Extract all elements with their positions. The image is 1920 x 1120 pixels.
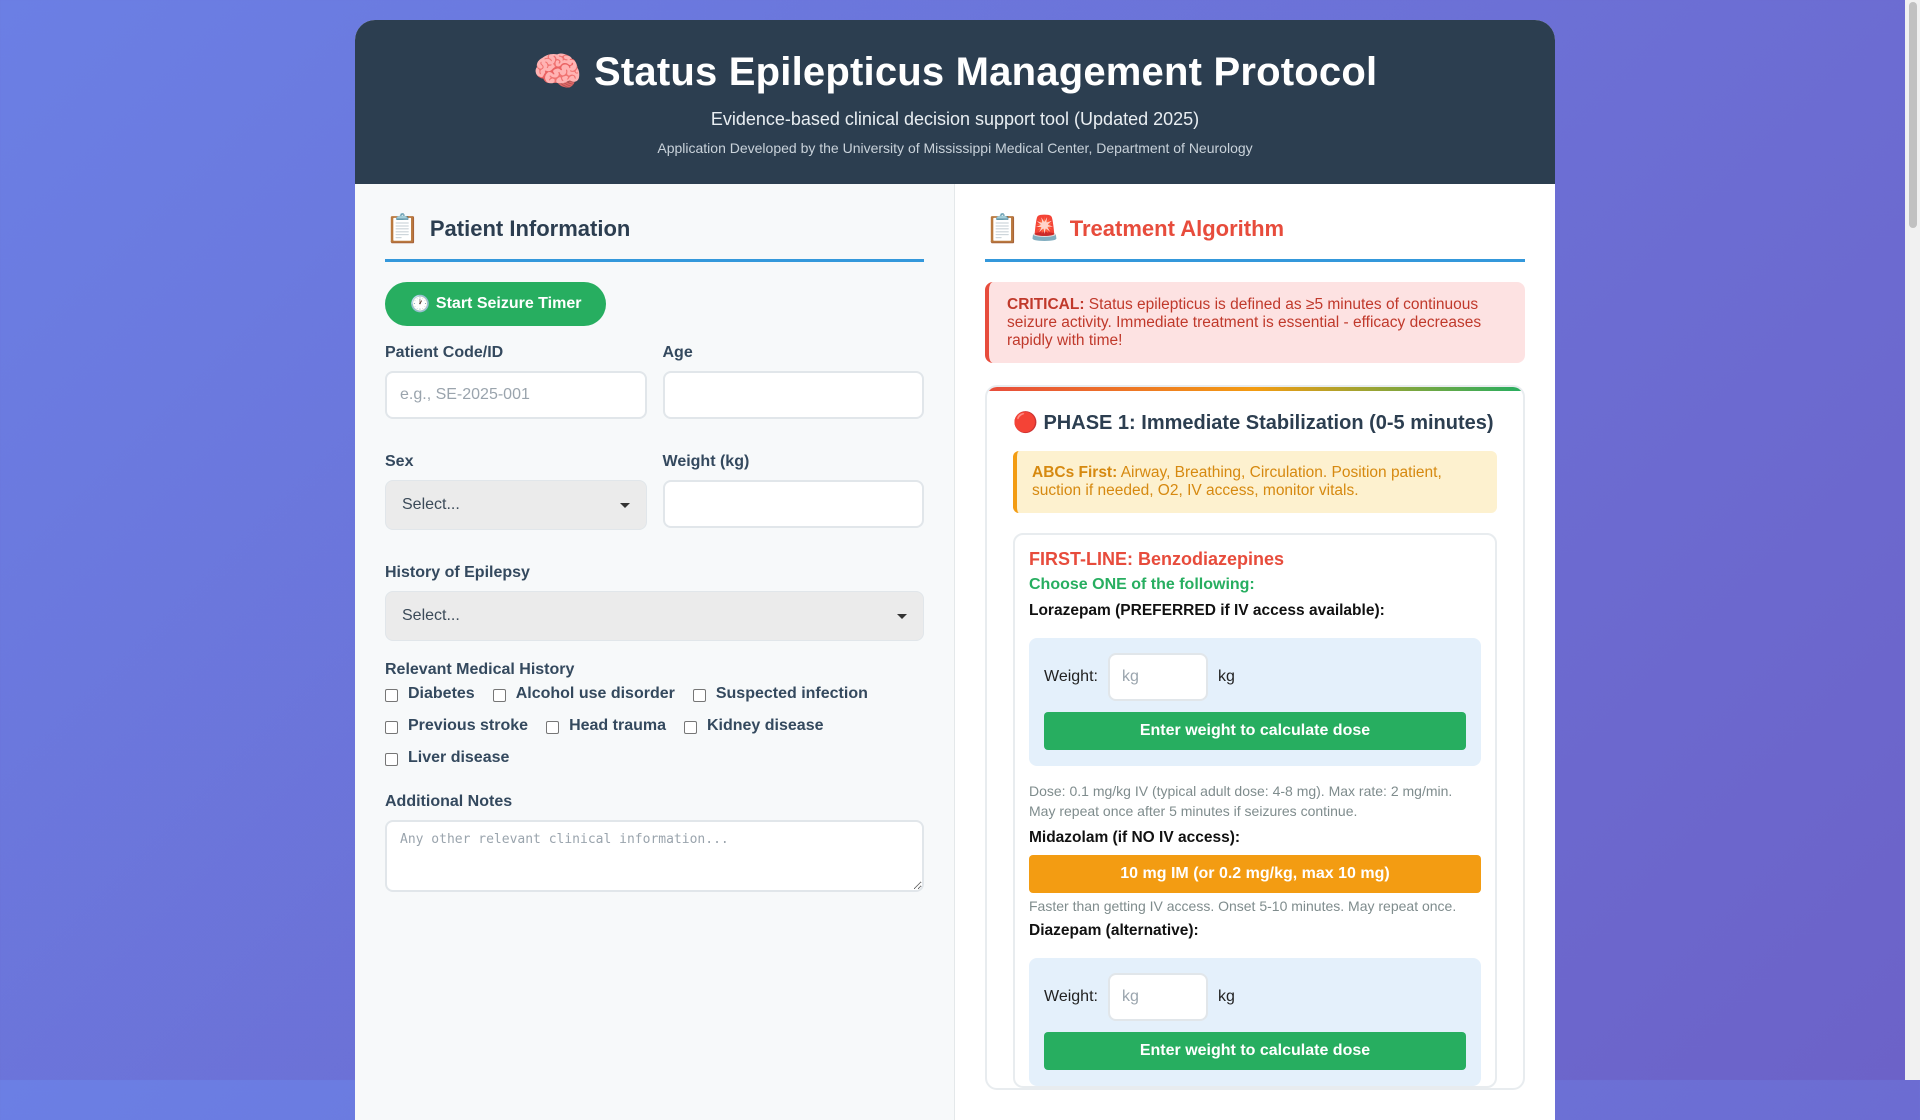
epilepsy-history-select[interactable]: Select...	[385, 591, 924, 641]
checkbox-box[interactable]	[385, 753, 398, 766]
scrollbar-thumb[interactable]	[1909, 2, 1917, 228]
lorazepam-calculate-button[interactable]: Enter weight to calculate dose	[1044, 712, 1466, 751]
phase-1-card: 🔴 PHASE 1: Immediate Stabilization (0-5 …	[985, 385, 1525, 1091]
phase-1-title: 🔴 PHASE 1: Immediate Stabilization (0-5 …	[1013, 411, 1497, 435]
epilepsy-select-value: Select...	[402, 607, 460, 624]
chevron-down-icon	[619, 502, 630, 508]
checkbox-kidney-disease[interactable]: Kidney disease	[683, 717, 824, 735]
sex-select-value: Select...	[402, 496, 460, 513]
checkbox-box[interactable]	[683, 721, 697, 734]
choose-one-text: Choose ONE of the following:	[1029, 576, 1255, 594]
checkbox-box[interactable]	[385, 721, 398, 734]
checkbox-label: Suspected infection	[715, 685, 868, 702]
epilepsy-history-label: History of Epilepsy	[385, 564, 530, 581]
checkbox-box[interactable]	[385, 689, 398, 702]
abcs-alert: ABCs First: Airway, Breathing, Circulati…	[1013, 451, 1497, 514]
page-title-text: Status Epilepticus Management Protocol	[594, 50, 1378, 94]
checkbox-liver-disease[interactable]: Liver disease	[385, 749, 509, 767]
lorazepam-calculator: Weight: kg Enter weight to calculate dos…	[1029, 638, 1481, 767]
age-label: Age	[662, 344, 693, 361]
clipboard-icon: 📋	[385, 213, 420, 244]
clipboard-icon: 📋	[985, 213, 1020, 244]
checkbox-previous-stroke[interactable]: Previous stroke	[385, 717, 528, 735]
additional-notes-textarea[interactable]	[385, 820, 924, 892]
weight-text: Weight:	[1044, 988, 1098, 1006]
phase-1-title-text: PHASE 1: Immediate Stabilization (0-5 mi…	[1043, 412, 1494, 435]
checkbox-suspected-infection[interactable]: Suspected infection	[692, 685, 868, 703]
patient-panel: 📋 Patient Information 🕐 Start Seizure Ti…	[355, 184, 955, 1120]
checkbox-head-trauma[interactable]: Head trauma	[546, 717, 666, 735]
checkbox-label: Alcohol use disorder	[515, 685, 675, 702]
patient-id-input[interactable]	[385, 371, 647, 419]
checkbox-label: Head trauma	[569, 717, 666, 734]
start-seizure-timer-button[interactable]: 🕐 Start Seizure Timer	[385, 282, 607, 326]
first-line-title: FIRST-LINE: Benzodiazepines	[1029, 549, 1285, 570]
patient-section-title: Patient Information	[429, 215, 631, 241]
diazepam-label: Diazepam (alternative):	[1029, 922, 1199, 940]
page-scrollbar[interactable]	[1905, 0, 1920, 1080]
midazolam-label: Midazolam (if NO IV access):	[1029, 829, 1241, 847]
clock-icon: 🕐	[410, 296, 430, 313]
midazolam-note: Faster than getting IV access. Onset 5-1…	[1029, 898, 1457, 915]
medical-history-checklist: Diabetes Alcohol use disorder Suspected …	[385, 685, 924, 767]
timer-button-label: Start Seizure Timer	[435, 295, 582, 312]
sex-select[interactable]: Select...	[385, 480, 647, 530]
checkbox-diabetes[interactable]: Diabetes	[385, 685, 475, 703]
brain-icon: 🧠	[532, 50, 583, 94]
checkbox-label: Liver disease	[408, 749, 510, 766]
checkbox-label: Previous stroke	[408, 717, 529, 734]
lorazepam-dose-note: Dose: 0.1 mg/kg IV (typical adult dose: …	[1029, 783, 1453, 819]
patient-section-header: 📋 Patient Information	[385, 212, 924, 262]
critical-alert: CRITICAL: Status epilepticus is defined …	[985, 282, 1525, 364]
kg-unit: kg	[1217, 988, 1235, 1006]
medical-history-label: Relevant Medical History	[385, 661, 575, 678]
red-circle-icon: 🔴	[1013, 412, 1038, 435]
checkbox-box[interactable]	[692, 689, 706, 702]
diazepam-weight-input[interactable]	[1107, 973, 1208, 1022]
checkbox-label: Kidney disease	[706, 717, 824, 734]
app-header: 🧠 Status Epilepticus Management Protocol…	[355, 20, 1555, 184]
diazepam-calculator: Weight: kg Enter weight to calculate dos…	[1029, 958, 1481, 1087]
critical-label: CRITICAL:	[1007, 296, 1085, 313]
page-subtitle: Evidence-based clinical decision support…	[710, 109, 1200, 129]
diazepam-calculate-button[interactable]: Enter weight to calculate dose	[1044, 1032, 1466, 1071]
checkbox-alcohol-use-disorder[interactable]: Alcohol use disorder	[492, 685, 675, 703]
additional-notes-label: Additional Notes	[385, 793, 513, 810]
weight-input[interactable]	[662, 480, 924, 528]
developer-credit: Application Developed by the University …	[657, 140, 1253, 156]
treatment-section-header: 📋 🚨 Treatment Algorithm	[985, 212, 1525, 262]
chevron-down-icon	[897, 613, 907, 619]
age-input[interactable]	[662, 371, 924, 419]
checkbox-box[interactable]	[492, 689, 506, 702]
app-container: 🧠 Status Epilepticus Management Protocol…	[355, 20, 1555, 1120]
lorazepam-label: Lorazepam (PREFERRED if IV access availa…	[1029, 602, 1385, 620]
page-title: 🧠 Status Epilepticus Management Protocol	[355, 48, 1555, 95]
first-line-card: FIRST-LINE: Benzodiazepines Choose ONE o…	[1013, 533, 1497, 1089]
treatment-panel: 📋 🚨 Treatment Algorithm CRITICAL: Status…	[955, 184, 1555, 1120]
checkbox-label: Diabetes	[408, 685, 475, 702]
siren-icon: 🚨	[1029, 215, 1060, 242]
weight-label: Weight (kg)	[662, 453, 750, 470]
kg-unit: kg	[1217, 668, 1235, 686]
abcs-label: ABCs First:	[1032, 464, 1118, 482]
midazolam-dose-badge: 10 mg IM (or 0.2 mg/kg, max 10 mg)	[1029, 855, 1481, 894]
sex-label: Sex	[385, 453, 414, 470]
lorazepam-weight-input[interactable]	[1107, 653, 1208, 702]
checkbox-box[interactable]	[546, 721, 560, 734]
patient-id-label: Patient Code/ID	[385, 344, 504, 361]
weight-text: Weight:	[1044, 668, 1098, 686]
treatment-section-title: Treatment Algorithm	[1069, 215, 1285, 241]
